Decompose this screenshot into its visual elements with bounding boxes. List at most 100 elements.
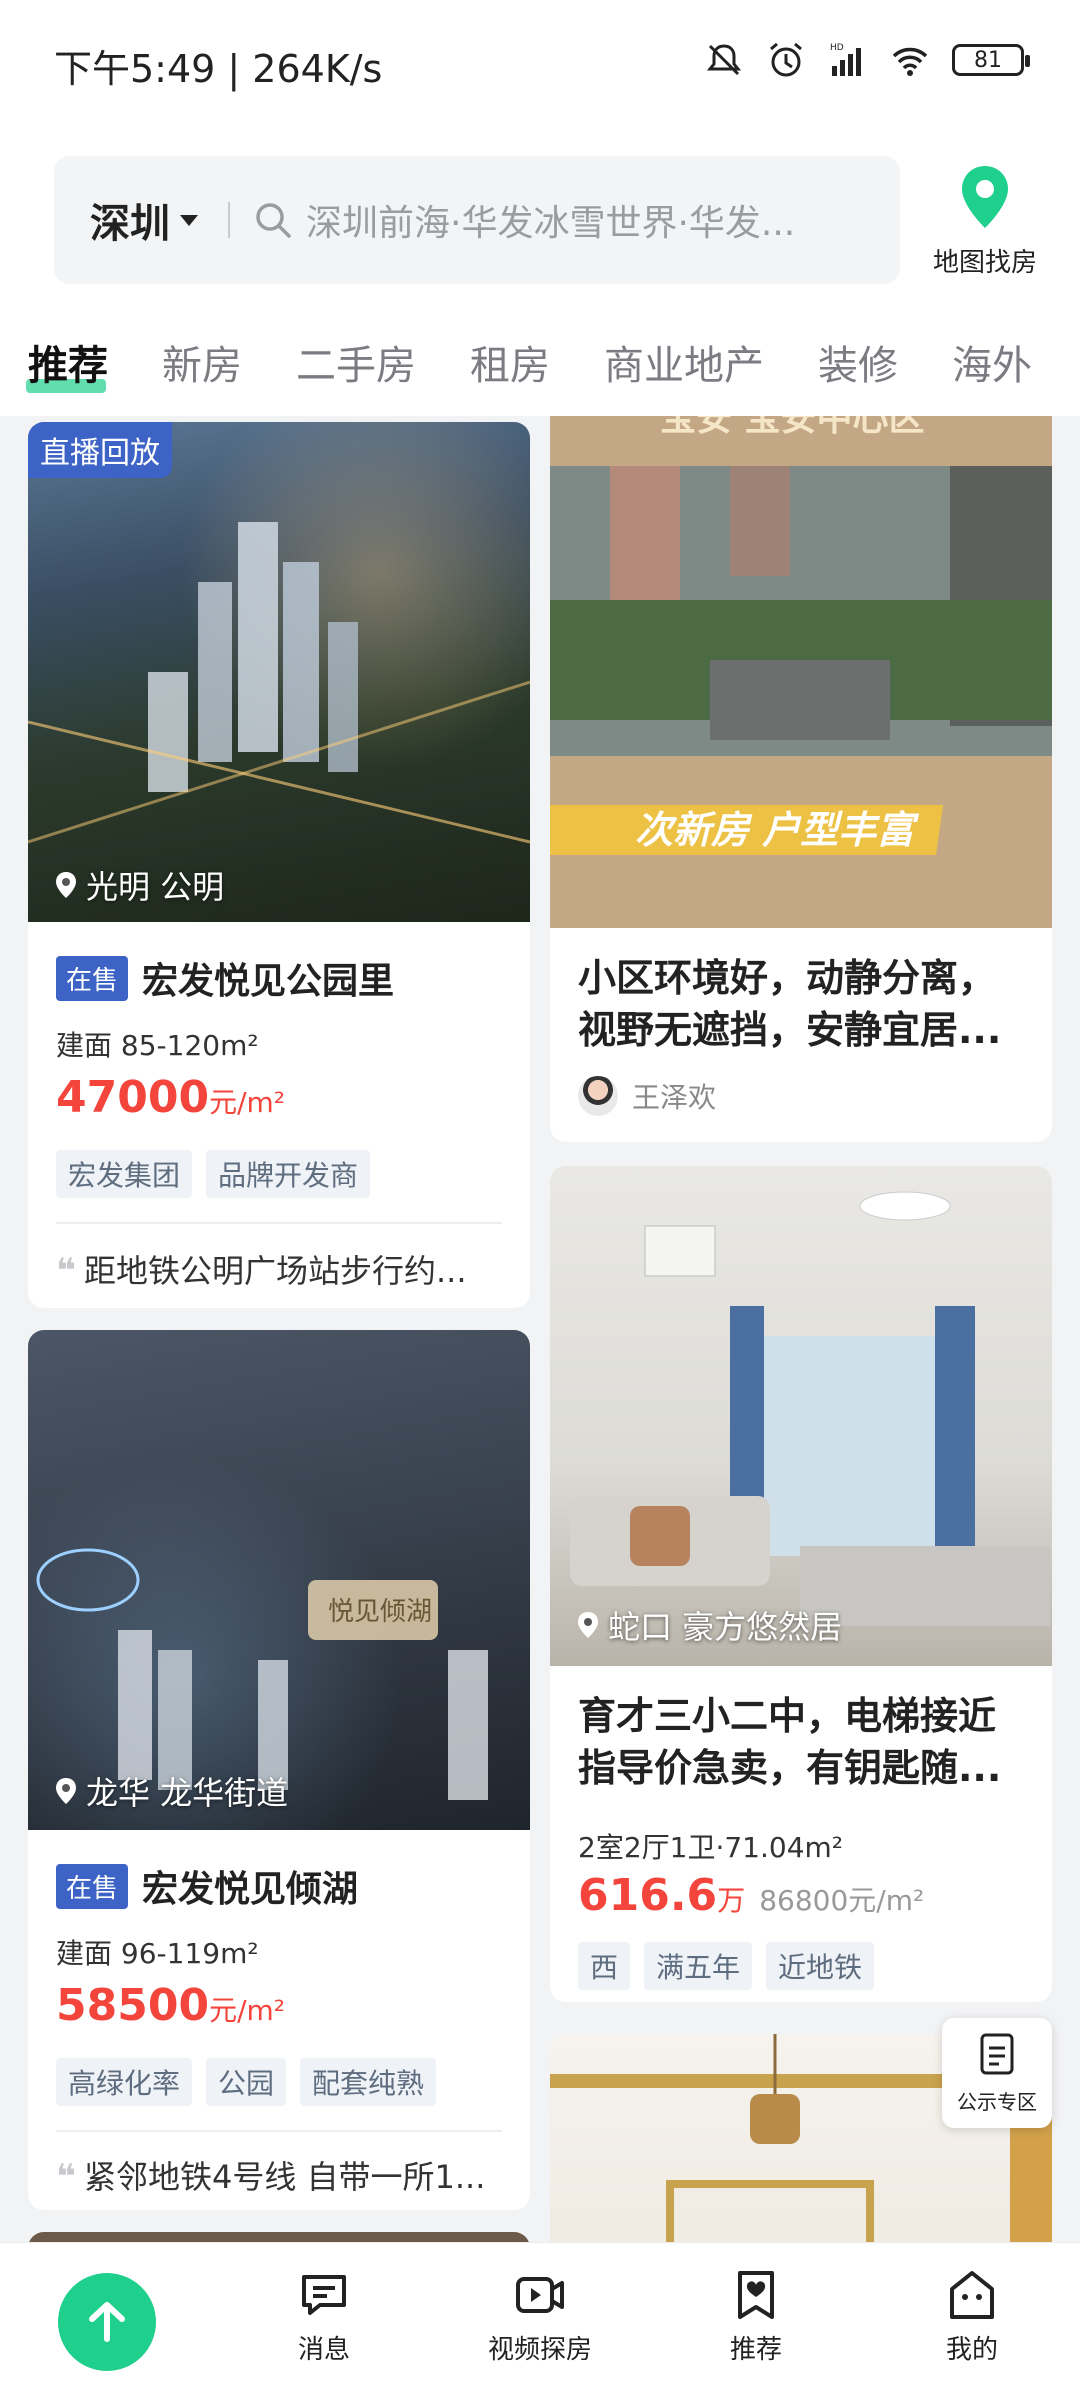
quote-icon: ❝	[56, 1251, 76, 1291]
divider	[56, 2130, 502, 2132]
nav-profile[interactable]: 我的	[892, 2267, 1052, 2366]
category-tabs: 推荐 新房 二手房 租房 商业地产 装修 海外	[0, 308, 1080, 416]
price: 616.6万 86800元/m²	[578, 1870, 924, 1921]
video-icon	[516, 2277, 564, 2313]
tab-commercial[interactable]: 商业地产	[604, 343, 764, 389]
bottom-nav: 消息 视频探房 推荐 我的	[0, 2242, 1080, 2400]
status-icons: HD 81	[704, 40, 1030, 80]
room-layout: 2室2厅1卫·71.04m²	[578, 1831, 844, 1864]
location-pin-icon	[578, 1612, 598, 1638]
price: 47000元/m²	[56, 1072, 285, 1123]
listing-card[interactable]: 悦见倾湖 龙华 龙华街道 在售 宏发悦见倾湖 建面 96-119m² 58500…	[28, 1330, 530, 2210]
map-pin-icon	[962, 166, 1008, 228]
feature-chip: 满五年	[644, 1942, 753, 1990]
tab-second-hand[interactable]: 二手房	[296, 343, 416, 389]
location-label: 龙华 龙华街道	[54, 1768, 288, 1814]
listing-description: 育才三小二中，电梯接近 指导价急卖，有钥匙随...	[578, 1690, 1024, 1794]
public-notice-button[interactable]: 公示专区	[942, 2018, 1052, 2128]
message-icon	[302, 2275, 346, 2315]
search-bar[interactable]: 深圳 深圳前海·华发冰雪世界·华发...	[54, 156, 900, 284]
feature-chip: 品牌开发商	[206, 1150, 371, 1198]
listing-image	[550, 1166, 1052, 1666]
price-unit: 万	[717, 1884, 746, 1917]
location-text: 蛇口 豪方悠然居	[608, 1608, 843, 1646]
chevron-down-icon	[180, 214, 198, 226]
divider	[228, 202, 230, 238]
nav-messages[interactable]: 消息	[244, 2267, 404, 2366]
unit-price: 86800元/m²	[759, 1884, 925, 1917]
tab-rent[interactable]: 租房	[470, 343, 550, 389]
image-caption-top: 宝安 宝安中心区	[660, 416, 925, 439]
price-unit: 元/m²	[209, 1994, 286, 2027]
header: 深圳 深圳前海·华发冰雪世界·华发... 地图找房	[0, 128, 1080, 308]
divider	[56, 1222, 502, 1224]
feature-chips: 宏发集团 品牌开发商	[56, 1150, 371, 1198]
feature-chip: 公园	[206, 2058, 287, 2106]
location-pin-icon	[56, 872, 76, 898]
location-label: 蛇口 豪方悠然居	[576, 1602, 842, 1648]
area-range: 建面 85-120m²	[56, 1029, 259, 1062]
nav-label: 我的	[945, 2335, 998, 2365]
map-search-button[interactable]: 地图找房	[920, 162, 1050, 282]
map-search-label: 地图找房	[932, 248, 1037, 278]
price-unit: 元/m²	[209, 1086, 286, 1119]
listing-card[interactable]	[28, 2232, 530, 2242]
avatar	[578, 1076, 618, 1116]
back-to-top-button[interactable]	[58, 2273, 156, 2371]
svg-text:悦见倾湖: 悦见倾湖	[328, 1597, 432, 1627]
public-notice-label: 公示专区	[957, 2090, 1037, 2114]
image-caption: 次新房 户型丰富	[635, 808, 920, 852]
status-time: 下午5:49 | 264K/s	[54, 47, 383, 91]
price-value: 58500	[56, 1980, 210, 2031]
signal-icon: HD	[830, 43, 861, 76]
on-sale-tag: 在售	[56, 1863, 129, 1909]
building-illustration	[28, 522, 530, 844]
profile-icon	[950, 2271, 994, 2319]
feature-chip: 宏发集团	[56, 1150, 193, 1198]
location-label: 光明 公明	[54, 862, 224, 908]
search-input[interactable]: 深圳前海·华发冰雪世界·华发...	[306, 194, 866, 246]
agent-name: 王泽欢	[632, 1081, 717, 1114]
feature-chips: 西 满五年 近地铁	[578, 1942, 875, 1990]
battery-indicator: 81	[952, 44, 1030, 76]
live-replay-badge: 直播回放	[28, 422, 172, 478]
feed: 直播回放 光明 公明 在售 宏发悦见公园里 建面 85-120m² 47000元…	[0, 416, 1080, 2242]
building-photo: 宝安 宝安中心区 次新房 户型丰富	[550, 416, 1052, 855]
tab-decoration[interactable]: 装修	[818, 343, 898, 389]
area-range: 建面 96-119m²	[56, 1937, 259, 1970]
highlight-quote: ❝ 距地铁公明广场站步行约...	[56, 1246, 502, 1292]
listing-card[interactable]: 直播回放 光明 公明 在售 宏发悦见公园里 建面 85-120m² 47000元…	[28, 422, 530, 1308]
feature-chip: 西	[578, 1942, 631, 1990]
highlight-quote: ❝ 紧邻地铁4号线 自带一所1...	[56, 2152, 502, 2198]
nav-label: 消息	[297, 2335, 350, 2365]
nav-video-tour[interactable]: 视频探房	[460, 2267, 620, 2366]
price-value: 616.6	[578, 1870, 718, 1921]
agent-info[interactable]: 王泽欢	[578, 1076, 716, 1116]
listing-image: 宝安 宝安中心区 次新房 户型丰富	[550, 416, 1052, 928]
wifi-icon	[892, 47, 928, 76]
alarm-icon	[770, 42, 802, 77]
location-text: 光明 公明	[86, 868, 225, 906]
quote-text: 距地铁公明广场站步行约...	[83, 1252, 467, 1290]
interior-photo	[570, 1191, 1050, 1626]
city-selector[interactable]: 深圳	[90, 191, 170, 249]
tab-overseas[interactable]: 海外	[952, 343, 1032, 389]
feature-chips: 高绿化率 公园 配套纯熟	[56, 2058, 437, 2106]
tab-new-house[interactable]: 新房	[162, 343, 242, 389]
svg-text:HD: HD	[830, 43, 844, 53]
on-sale-tag: 在售	[56, 955, 129, 1001]
listing-card[interactable]: 蛇口 豪方悠然居 育才三小二中，电梯接近 指导价急卖，有钥匙随... 2室2厅1…	[550, 1166, 1052, 2002]
bookmark-heart-icon	[738, 2271, 774, 2319]
tab-recommend[interactable]: 推荐	[28, 343, 108, 389]
listing-title-row: 在售 宏发悦见公园里	[56, 952, 394, 1004]
nav-recommend[interactable]: 推荐	[676, 2267, 836, 2366]
nav-label: 推荐	[729, 2335, 782, 2365]
listing-description: 小区环境好，动静分离， 视野无遮挡，安静宜居...	[578, 952, 1024, 1056]
search-icon	[256, 203, 291, 238]
listing-title: 宏发悦见公园里	[142, 961, 395, 1002]
listing-card[interactable]: 宝安 宝安中心区 次新房 户型丰富 小区环境好，动静分离， 视野无遮挡，安静宜居…	[550, 416, 1052, 1142]
price-value: 47000	[56, 1072, 210, 1123]
feature-chip: 近地铁	[766, 1942, 875, 1990]
nav-label: 视频探房	[487, 2335, 592, 2365]
listing-image	[28, 422, 530, 922]
